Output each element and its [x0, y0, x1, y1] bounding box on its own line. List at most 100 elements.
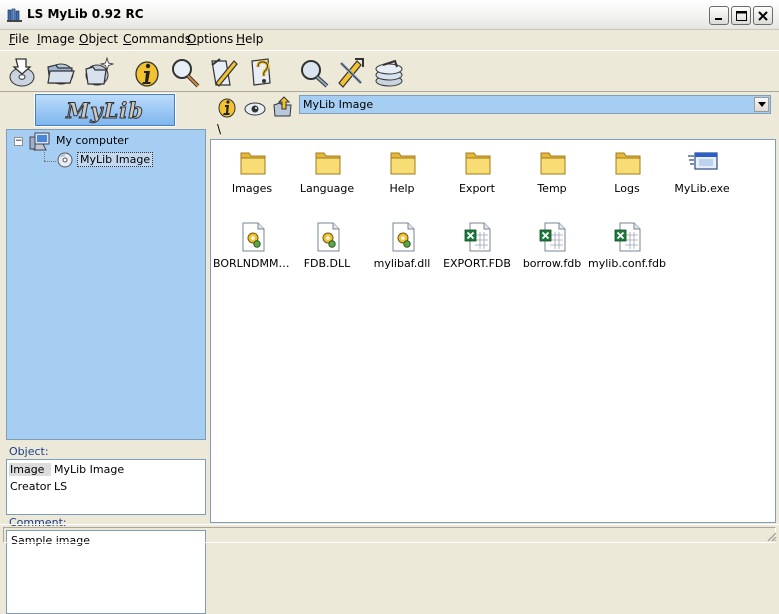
file-item-mylib-exe[interactable]: MyLib.exe [663, 142, 741, 212]
toolbar [0, 50, 779, 92]
app-logo-icon [7, 8, 22, 22]
file-item-export-fdb[interactable]: EXPORT.FDB [438, 217, 516, 287]
executable-icon [688, 152, 718, 170]
nav-info-button[interactable] [215, 95, 239, 119]
folder-icon [615, 152, 641, 175]
file-label: Export [458, 182, 495, 195]
nav-up-folder-button[interactable] [271, 95, 295, 119]
object-label: Object: [9, 445, 49, 458]
help-question-icon [251, 58, 271, 86]
help-button[interactable] [246, 55, 278, 89]
tree-connector [44, 152, 45, 161]
spreadsheet-file-icon [539, 222, 566, 252]
file-item-mylib-conf-fdb[interactable]: mylib.conf.fdb [588, 217, 666, 287]
resize-grip-icon[interactable] [765, 530, 777, 542]
edit-button[interactable] [208, 55, 240, 89]
file-item-export[interactable]: Export [438, 142, 516, 212]
window-title: LS MyLib 0.92 RC [27, 7, 144, 21]
title-bar[interactable]: LS MyLib 0.92 RC [0, 0, 779, 30]
folder-icon [390, 152, 416, 175]
file-item-mylibaf-dll[interactable]: mylibaf.dll [363, 217, 441, 287]
file-label: Language [299, 182, 355, 195]
open-disc-icon [9, 58, 35, 87]
info-icon [135, 61, 159, 87]
property-key: Image [9, 463, 51, 476]
app-window: LS MyLib 0.92 RC File Image Object Comma… [0, 0, 779, 614]
search-button[interactable] [169, 55, 201, 89]
computer-icon [29, 132, 50, 151]
left-panel: MyLib − My computer MyLib Image Object: [4, 93, 208, 614]
tree-node-mylib-image[interactable]: MyLib Image [77, 152, 154, 167]
current-path: \ [217, 122, 222, 136]
minimize-icon [715, 18, 722, 20]
folder-tree[interactable]: − My computer MyLib Image [6, 129, 206, 440]
file-label: Temp [537, 182, 567, 195]
file-label: mylib.conf.fdb [588, 257, 666, 270]
tree-node-my-computer[interactable]: My computer [56, 134, 129, 147]
tree-collapse-toggle[interactable]: − [14, 137, 23, 146]
menu-file[interactable]: File [9, 32, 29, 46]
nav-view-button[interactable] [243, 95, 267, 119]
menu-help[interactable]: Help [236, 32, 263, 46]
info-button[interactable] [131, 55, 163, 89]
file-item-fdb-dll[interactable]: FDB.DLL [288, 217, 366, 287]
path-dropdown[interactable]: MyLib Image [299, 95, 771, 114]
maximize-button[interactable] [731, 6, 751, 25]
new-folder-button[interactable] [82, 55, 115, 89]
search-magnifier-icon [172, 59, 200, 88]
info-icon [218, 98, 236, 118]
property-value: MyLib Image [54, 463, 125, 476]
file-label: Help [389, 182, 415, 195]
folder-icon [465, 152, 491, 175]
menu-options[interactable]: Options [187, 32, 233, 46]
file-item-temp[interactable]: Temp [513, 142, 591, 212]
dropdown-arrow-button[interactable] [754, 97, 769, 112]
dll-file-icon [317, 222, 340, 252]
open-folder-button[interactable] [44, 55, 76, 89]
path-dropdown-value: MyLib Image [303, 98, 374, 111]
minimize-button[interactable] [709, 6, 729, 25]
file-label: mylibaf.dll [373, 257, 431, 270]
file-label: EXPORT.FDB [443, 257, 511, 270]
close-button[interactable] [753, 6, 773, 25]
file-item-logs[interactable]: Logs [588, 142, 666, 212]
file-label: Logs [614, 182, 640, 195]
mylib-logo-button[interactable]: MyLib [34, 93, 176, 127]
status-panel [3, 527, 776, 543]
menu-image[interactable]: Image [37, 32, 75, 46]
close-icon [758, 11, 768, 21]
spreadsheet-file-icon [614, 222, 641, 252]
up-folder-icon [273, 96, 292, 117]
right-panel: MyLib Image \ Images Language Help Export Te… [210, 93, 776, 523]
property-key: Creator [10, 480, 52, 493]
property-value: LS [54, 480, 68, 493]
disc-stack-icon [375, 59, 403, 87]
chevron-down-icon [758, 102, 766, 107]
eye-icon [244, 102, 266, 116]
file-item-language[interactable]: Language [288, 142, 366, 212]
navigation-bar: MyLib Image \ [210, 93, 776, 139]
menu-bar: File Image Object Commands Options Help [0, 31, 779, 49]
file-label: FDB.DLL [303, 257, 351, 270]
tools-button[interactable] [335, 55, 367, 89]
spreadsheet-file-icon [464, 222, 491, 252]
object-properties[interactable]: Image MyLib Image Creator LS [6, 459, 206, 515]
file-item-help[interactable]: Help [363, 142, 441, 212]
file-label: MyLib.exe [674, 182, 730, 195]
file-item-borrow-fdb[interactable]: borrow.fdb [513, 217, 591, 287]
open-folder-icon [47, 63, 75, 85]
menu-object[interactable]: Object [79, 32, 118, 46]
menu-commands[interactable]: Commands [123, 32, 191, 46]
file-label: Images [231, 182, 273, 195]
find-button[interactable] [297, 55, 329, 89]
edit-tool-icon [211, 58, 238, 87]
file-item-borlndmm-dll[interactable]: BORLNDMM.DLL [213, 217, 291, 287]
file-list[interactable]: Images Language Help Export Temp Logs MyLib.ex… [210, 139, 776, 523]
dll-file-icon [392, 222, 415, 252]
logo-text: MyLib [66, 97, 144, 123]
file-label: borrow.fdb [522, 257, 582, 270]
dll-file-icon [242, 222, 265, 252]
file-item-images[interactable]: Images [213, 142, 291, 212]
open-disc-button[interactable] [6, 55, 38, 89]
disc-stack-button[interactable] [373, 55, 405, 89]
